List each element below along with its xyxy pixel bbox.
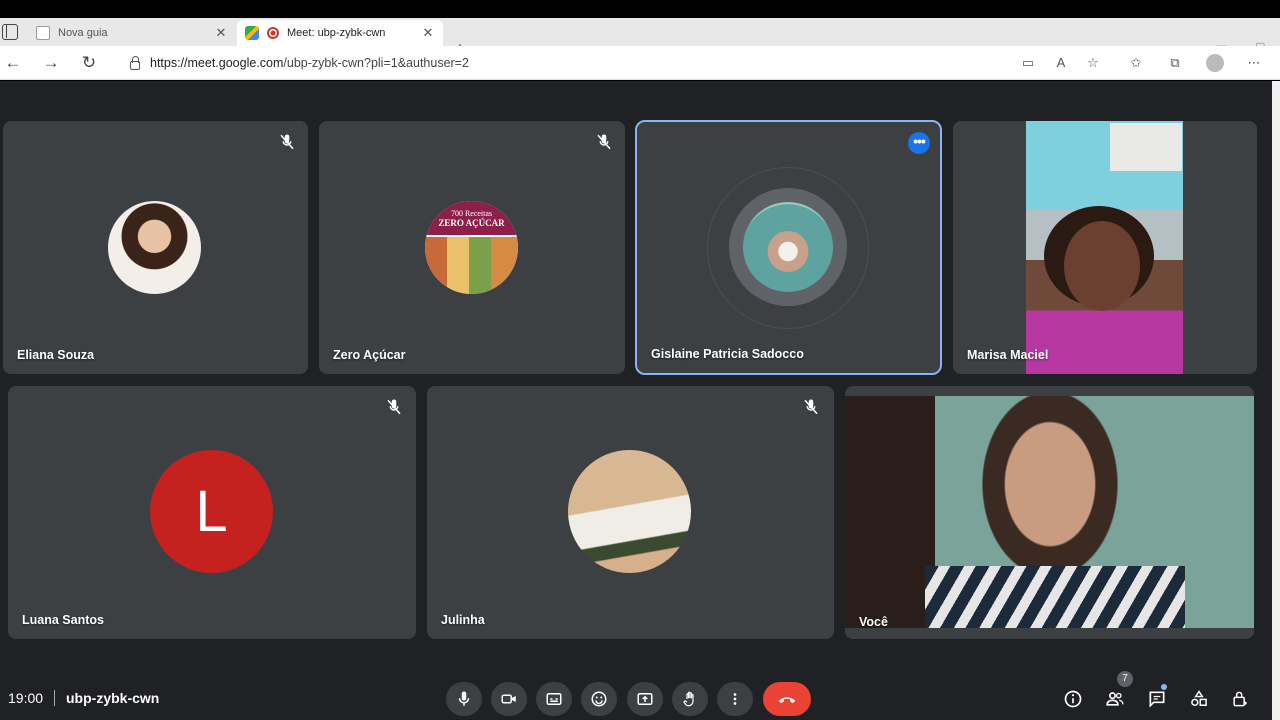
reload-button[interactable]: ↻ — [78, 52, 100, 74]
participant-tile-self[interactable]: Você — [845, 386, 1254, 639]
tab-title: Nova guia — [58, 27, 108, 39]
settings-more-icon[interactable]: ⋯ — [1246, 56, 1262, 70]
participant-tile[interactable]: Marisa Maciel — [953, 121, 1257, 374]
mic-off-icon — [802, 398, 820, 416]
close-tab-icon[interactable]: ✕ — [214, 25, 228, 41]
end-call-icon — [778, 697, 796, 704]
tab-new-tab[interactable]: Nova guia ✕ — [28, 20, 236, 46]
divider — [54, 690, 55, 706]
shirt-image — [925, 566, 1185, 628]
mic-off-icon — [385, 398, 403, 416]
chat-notification-dot — [1161, 684, 1167, 690]
forward-button[interactable]: → — [40, 52, 62, 74]
present-screen-button[interactable] — [627, 682, 663, 716]
screen-top-bar — [0, 0, 1280, 18]
profile-avatar[interactable] — [1206, 54, 1224, 72]
people-count-badge: 7 — [1117, 671, 1133, 687]
self-video — [845, 396, 1254, 628]
tab-actions-icon[interactable] — [2, 24, 18, 40]
mic-button[interactable] — [446, 682, 482, 716]
url-text: https://meet.google.com/ubp-zybk-cwn?pli… — [150, 56, 469, 70]
hand-icon — [683, 691, 694, 707]
camera-button[interactable] — [491, 682, 527, 716]
back-button[interactable]: ← — [2, 52, 24, 74]
meeting-details-button[interactable] — [1062, 688, 1084, 710]
captions-button[interactable] — [536, 682, 572, 716]
avatar-text-line-1: 700 Receitas — [450, 209, 493, 218]
host-controls-button[interactable] — [1229, 688, 1251, 710]
participant-name: Gislaine Patricia Sadocco — [651, 347, 804, 361]
raise-hand-button[interactable] — [672, 682, 708, 716]
more-options-button[interactable]: ••• — [908, 132, 930, 154]
avatar-banner: 700 Receitas ZERO AÇÚCAR — [425, 201, 518, 235]
more-vert-icon — [733, 693, 737, 705]
participant-name: Julinha — [441, 613, 485, 627]
smiley-icon — [591, 691, 607, 707]
people-button[interactable] — [1104, 688, 1126, 710]
lock-icon[interactable] — [130, 55, 140, 70]
more-options-button[interactable] — [717, 682, 753, 716]
face-silhouette — [1064, 221, 1140, 311]
collections-icon[interactable]: ⧉ — [1167, 56, 1183, 70]
recording-icon — [267, 27, 279, 39]
meet-logo-icon — [245, 26, 259, 40]
shapes-icon — [1191, 690, 1207, 706]
participant-tile[interactable]: Eliana Souza — [3, 121, 308, 374]
participant-video — [1026, 121, 1183, 374]
camera-in-use-icon[interactable]: ▭ — [1020, 56, 1036, 70]
meeting-clock: 19:00 — [8, 690, 44, 706]
participant-name: Marisa Maciel — [967, 348, 1049, 362]
add-favorite-icon[interactable]: ☆ — [1085, 56, 1101, 70]
present-icon — [637, 693, 653, 705]
lock-person-icon — [1233, 691, 1247, 707]
info-icon — [1064, 690, 1082, 708]
leave-call-button[interactable] — [763, 682, 811, 716]
page-scrollbar[interactable] — [1272, 81, 1280, 720]
participant-initial-avatar: L — [150, 450, 273, 573]
chat-button[interactable] — [1146, 688, 1168, 710]
close-tab-icon[interactable]: ✕ — [421, 25, 435, 41]
meeting-code: ubp-zybk-cwn — [66, 690, 160, 706]
people-icon — [1106, 692, 1124, 706]
tab-strip: Nova guia ✕ Meet: ubp-zybk-cwn ✕ + — ▢ — [0, 18, 1280, 59]
emoji-button[interactable] — [581, 682, 617, 716]
participant-avatar: 700 Receitas ZERO AÇÚCAR — [425, 201, 518, 294]
participant-avatar — [108, 201, 201, 294]
participant-tile[interactable]: L Luana Santos — [8, 386, 416, 639]
address-bar: ← → ↻ https://meet.google.com/ubp-zybk-c… — [0, 46, 1280, 80]
favorites-icon[interactable]: ✩ — [1128, 56, 1144, 70]
participant-name: Eliana Souza — [17, 348, 95, 362]
camera-icon — [501, 694, 516, 704]
mic-off-icon — [595, 133, 613, 151]
app-window: Nova guia ✕ Meet: ubp-zybk-cwn ✕ + — ▢ ←… — [0, 0, 1280, 720]
participant-name: Zero Açúcar — [333, 348, 406, 362]
url-field[interactable]: https://meet.google.com/ubp-zybk-cwn?pli… — [116, 50, 1116, 76]
tab-meet[interactable]: Meet: ubp-zybk-cwn ✕ — [237, 20, 443, 46]
participant-tile[interactable]: 700 Receitas ZERO AÇÚCAR Zero Açúcar — [319, 121, 625, 374]
food-collage-image — [425, 237, 518, 294]
participant-tile[interactable]: Julinha — [427, 386, 834, 639]
avatar-text-line-2: ZERO AÇÚCAR — [438, 218, 505, 228]
read-aloud-icon[interactable]: A — [1053, 56, 1069, 70]
participant-avatar — [568, 450, 691, 573]
chat-icon — [1149, 691, 1165, 708]
participant-name: Luana Santos — [22, 613, 104, 627]
mic-icon — [458, 691, 470, 706]
mic-off-icon — [278, 133, 296, 151]
participant-tile-speaking[interactable]: ••• Gislaine Patricia Sadocco — [635, 120, 942, 375]
page-icon — [36, 26, 50, 40]
activities-button[interactable] — [1188, 688, 1210, 710]
captions-icon — [546, 693, 562, 705]
tab-title: Meet: ubp-zybk-cwn — [287, 27, 386, 39]
air-conditioner-image — [1110, 123, 1182, 171]
participant-avatar — [743, 202, 833, 292]
participant-name: Você — [859, 615, 888, 629]
